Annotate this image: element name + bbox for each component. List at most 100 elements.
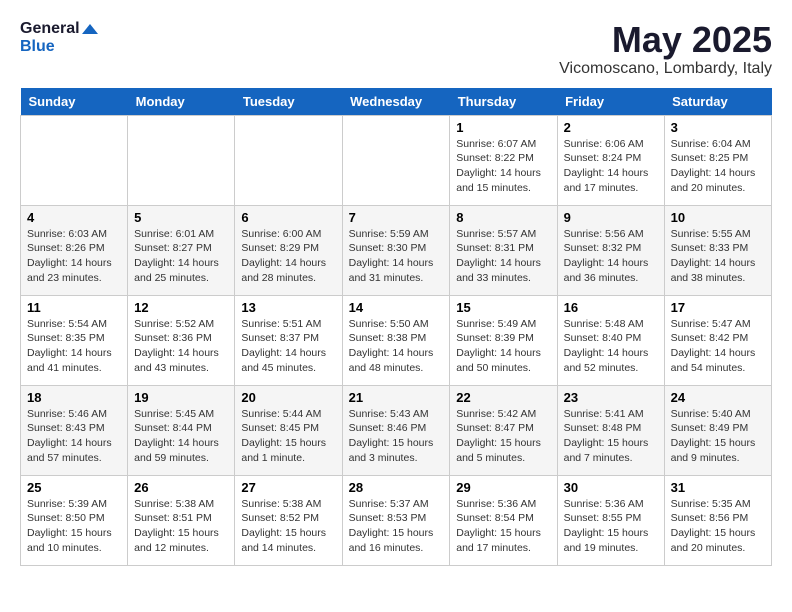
day-number: 29 (456, 480, 550, 495)
calendar-cell: 17 Sunrise: 5:47 AMSunset: 8:42 PMDayligh… (664, 295, 771, 385)
day-number: 19 (134, 390, 228, 405)
day-header-wednesday: Wednesday (342, 88, 450, 116)
calendar-cell: 16 Sunrise: 5:48 AMSunset: 8:40 PMDayligh… (557, 295, 664, 385)
calendar-cell: 25 Sunrise: 5:39 AMSunset: 8:50 PMDayligh… (21, 475, 128, 565)
day-number: 31 (671, 480, 765, 495)
day-number: 27 (241, 480, 335, 495)
day-header-friday: Friday (557, 88, 664, 116)
calendar-table: SundayMondayTuesdayWednesdayThursdayFrid… (20, 88, 772, 566)
day-number: 28 (349, 480, 444, 495)
day-info: Sunrise: 5:43 AMSunset: 8:46 PMDaylight:… (349, 407, 444, 466)
calendar-cell (21, 115, 128, 205)
calendar-cell: 28 Sunrise: 5:37 AMSunset: 8:53 PMDayligh… (342, 475, 450, 565)
calendar-cell: 2 Sunrise: 6:06 AMSunset: 8:24 PMDaylight… (557, 115, 664, 205)
day-header-sunday: Sunday (21, 88, 128, 116)
day-info: Sunrise: 5:36 AMSunset: 8:55 PMDaylight:… (564, 497, 658, 556)
day-info: Sunrise: 5:44 AMSunset: 8:45 PMDaylight:… (241, 407, 335, 466)
calendar-cell: 22Sunrise: 5:42 AMSunset: 8:47 PMDayligh… (450, 385, 557, 475)
day-info: Sunrise: 5:38 AMSunset: 8:51 PMDaylight:… (134, 497, 228, 556)
calendar-cell: 20 Sunrise: 5:44 AMSunset: 8:45 PMDayligh… (235, 385, 342, 475)
calendar-cell: 30 Sunrise: 5:36 AMSunset: 8:55 PMDayligh… (557, 475, 664, 565)
calendar-cell: 8Sunrise: 5:57 AMSunset: 8:31 PMDaylight… (450, 205, 557, 295)
calendar-header: SundayMondayTuesdayWednesdayThursdayFrid… (21, 88, 772, 116)
day-info: Sunrise: 6:00 AMSunset: 8:29 PMDaylight:… (241, 227, 335, 286)
day-info: Sunrise: 5:39 AMSunset: 8:50 PMDaylight:… (27, 497, 121, 556)
calendar-cell: 1 Sunrise: 6:07 AMSunset: 8:22 PMDaylight… (450, 115, 557, 205)
day-number: 23 (564, 390, 658, 405)
month-title: May 2025 (559, 20, 772, 60)
day-number: 12 (134, 300, 228, 315)
calendar-cell: 12 Sunrise: 5:52 AMSunset: 8:36 PMDayligh… (128, 295, 235, 385)
day-info: Sunrise: 6:06 AMSunset: 8:24 PMDaylight:… (564, 137, 658, 196)
day-info: Sunrise: 5:56 AMSunset: 8:32 PMDaylight:… (564, 227, 658, 286)
location: Vicomoscano, Lombardy, Italy (559, 60, 772, 78)
calendar-cell: 4 Sunrise: 6:03 AMSunset: 8:26 PMDaylight… (21, 205, 128, 295)
day-info: Sunrise: 5:36 AMSunset: 8:54 PMDaylight:… (456, 497, 550, 556)
day-number: 13 (241, 300, 335, 315)
day-number: 4 (27, 210, 121, 225)
day-number: 2 (564, 120, 658, 135)
calendar-cell: 31 Sunrise: 5:35 AMSunset: 8:56 PMDayligh… (664, 475, 771, 565)
calendar-cell: 19Sunrise: 5:45 AMSunset: 8:44 PMDayligh… (128, 385, 235, 475)
day-number: 24 (671, 390, 765, 405)
day-info: Sunrise: 5:48 AMSunset: 8:40 PMDaylight:… (564, 317, 658, 376)
calendar-cell: 21 Sunrise: 5:43 AMSunset: 8:46 PMDayligh… (342, 385, 450, 475)
day-number: 10 (671, 210, 765, 225)
day-number: 20 (241, 390, 335, 405)
day-info: Sunrise: 5:50 AMSunset: 8:38 PMDaylight:… (349, 317, 444, 376)
calendar-cell: 9 Sunrise: 5:56 AMSunset: 8:32 PMDaylight… (557, 205, 664, 295)
calendar-cell: 27 Sunrise: 5:38 AMSunset: 8:52 PMDayligh… (235, 475, 342, 565)
day-info: Sunrise: 5:37 AMSunset: 8:53 PMDaylight:… (349, 497, 444, 556)
calendar-cell (128, 115, 235, 205)
day-number: 5 (134, 210, 228, 225)
day-number: 16 (564, 300, 658, 315)
day-info: Sunrise: 5:51 AMSunset: 8:37 PMDaylight:… (241, 317, 335, 376)
day-number: 7 (349, 210, 444, 225)
calendar-cell: 14 Sunrise: 5:50 AMSunset: 8:38 PMDayligh… (342, 295, 450, 385)
calendar-cell: 7 Sunrise: 5:59 AMSunset: 8:30 PMDaylight… (342, 205, 450, 295)
day-number: 9 (564, 210, 658, 225)
calendar-cell: 26Sunrise: 5:38 AMSunset: 8:51 PMDayligh… (128, 475, 235, 565)
day-info: Sunrise: 5:35 AMSunset: 8:56 PMDaylight:… (671, 497, 765, 556)
day-number: 17 (671, 300, 765, 315)
calendar-cell: 23 Sunrise: 5:41 AMSunset: 8:48 PMDayligh… (557, 385, 664, 475)
day-number: 6 (241, 210, 335, 225)
day-number: 14 (349, 300, 444, 315)
day-number: 3 (671, 120, 765, 135)
day-info: Sunrise: 5:49 AMSunset: 8:39 PMDaylight:… (456, 317, 550, 376)
day-number: 1 (456, 120, 550, 135)
calendar-cell: 15 Sunrise: 5:49 AMSunset: 8:39 PMDayligh… (450, 295, 557, 385)
day-header-tuesday: Tuesday (235, 88, 342, 116)
day-info: Sunrise: 6:03 AMSunset: 8:26 PMDaylight:… (27, 227, 121, 286)
day-info: Sunrise: 6:04 AMSunset: 8:25 PMDaylight:… (671, 137, 765, 196)
day-header-saturday: Saturday (664, 88, 771, 116)
day-info: Sunrise: 5:55 AMSunset: 8:33 PMDaylight:… (671, 227, 765, 286)
day-info: Sunrise: 5:38 AMSunset: 8:52 PMDaylight:… (241, 497, 335, 556)
day-info: Sunrise: 5:41 AMSunset: 8:48 PMDaylight:… (564, 407, 658, 466)
day-info: Sunrise: 6:07 AMSunset: 8:22 PMDaylight:… (456, 137, 550, 196)
day-number: 30 (564, 480, 658, 495)
calendar-cell: 11 Sunrise: 5:54 AMSunset: 8:35 PMDayligh… (21, 295, 128, 385)
title-block: May 2025 Vicomoscano, Lombardy, Italy (559, 20, 772, 78)
day-header-thursday: Thursday (450, 88, 557, 116)
day-number: 11 (27, 300, 121, 315)
day-info: Sunrise: 5:59 AMSunset: 8:30 PMDaylight:… (349, 227, 444, 286)
calendar-cell: 10 Sunrise: 5:55 AMSunset: 8:33 PMDayligh… (664, 205, 771, 295)
day-info: Sunrise: 5:54 AMSunset: 8:35 PMDaylight:… (27, 317, 121, 376)
calendar-cell: 13 Sunrise: 5:51 AMSunset: 8:37 PMDayligh… (235, 295, 342, 385)
calendar-cell: 6 Sunrise: 6:00 AMSunset: 8:29 PMDaylight… (235, 205, 342, 295)
day-number: 25 (27, 480, 121, 495)
calendar-cell: 29 Sunrise: 5:36 AMSunset: 8:54 PMDayligh… (450, 475, 557, 565)
calendar-cell: 24Sunrise: 5:40 AMSunset: 8:49 PMDayligh… (664, 385, 771, 475)
day-info: Sunrise: 5:47 AMSunset: 8:42 PMDaylight:… (671, 317, 765, 376)
day-number: 15 (456, 300, 550, 315)
day-info: Sunrise: 5:52 AMSunset: 8:36 PMDaylight:… (134, 317, 228, 376)
calendar-cell: 3 Sunrise: 6:04 AMSunset: 8:25 PMDaylight… (664, 115, 771, 205)
day-number: 21 (349, 390, 444, 405)
calendar-cell: 5Sunrise: 6:01 AMSunset: 8:27 PMDaylight… (128, 205, 235, 295)
day-info: Sunrise: 5:57 AMSunset: 8:31 PMDaylight:… (456, 227, 550, 286)
day-number: 18 (27, 390, 121, 405)
day-info: Sunrise: 5:42 AMSunset: 8:47 PMDaylight:… (456, 407, 550, 466)
calendar-cell (342, 115, 450, 205)
page-header: General Blue May 2025 Vicomoscano, Lomba… (20, 20, 772, 78)
